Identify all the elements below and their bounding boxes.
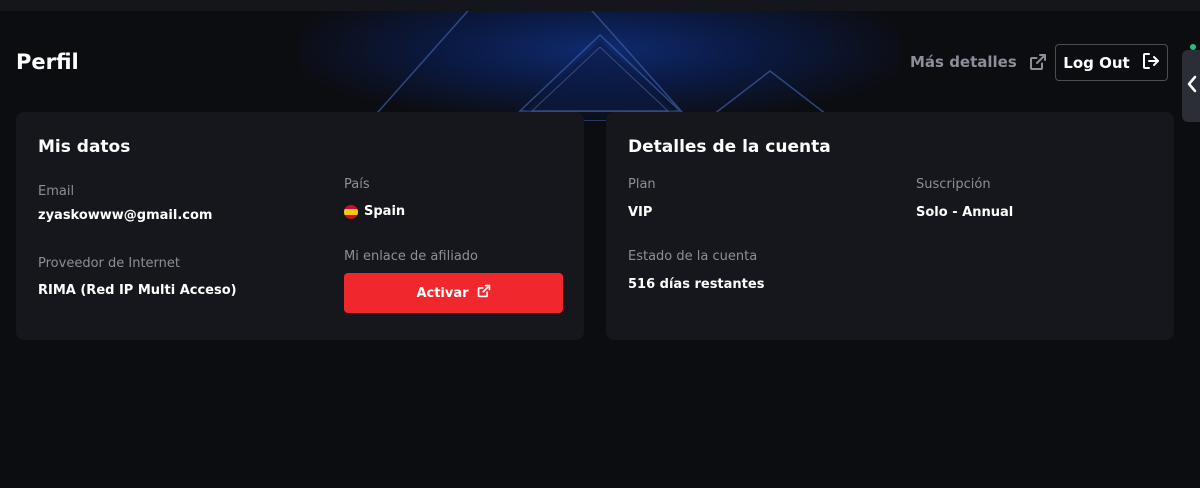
subscription-value: Solo - Annual [916, 205, 1014, 220]
my-data-title: Mis datos [38, 137, 131, 157]
email-label: Email [38, 184, 75, 199]
more-details-label: Más detalles [910, 53, 1017, 71]
profile-page: Perfil Más detalles Log Out Mis datos Em… [0, 0, 1200, 488]
top-bar [0, 0, 1200, 11]
plan-value: VIP [628, 205, 653, 220]
affiliate-label: Mi enlace de afiliado [344, 249, 478, 264]
spain-flag-icon [344, 204, 358, 219]
account-details-title: Detalles de la cuenta [628, 137, 831, 157]
logout-icon [1142, 52, 1160, 74]
logout-label: Log Out [1063, 53, 1130, 72]
external-link-icon [477, 284, 491, 302]
activate-label: Activar [416, 285, 469, 301]
account-status-value: 516 días restantes [628, 277, 765, 292]
more-details-link[interactable]: Más detalles [910, 53, 1047, 71]
isp-label: Proveedor de Internet [38, 256, 180, 271]
external-link-icon [1029, 53, 1047, 71]
page-title: Perfil [16, 50, 79, 74]
subscription-label: Suscripción [916, 177, 991, 192]
logout-button[interactable]: Log Out [1055, 44, 1168, 81]
isp-value: RIMA (Red IP Multi Acceso) [38, 283, 237, 298]
my-data-card: Mis datos Email zyaskowww@gmail.com Prov… [16, 112, 584, 340]
account-status-label: Estado de la cuenta [628, 249, 758, 264]
hero-banner [300, 11, 900, 121]
email-value: zyaskowww@gmail.com [38, 208, 213, 223]
activate-affiliate-button[interactable]: Activar [344, 273, 563, 313]
account-details-card: Detalles de la cuenta Plan VIP Suscripci… [606, 112, 1174, 340]
sidebar-toggle[interactable] [1182, 50, 1200, 122]
plan-label: Plan [628, 177, 656, 192]
country-label: País [344, 177, 370, 192]
chevron-left-icon [1186, 75, 1198, 97]
country-value: Spain [344, 204, 405, 219]
country-name: Spain [364, 204, 406, 219]
